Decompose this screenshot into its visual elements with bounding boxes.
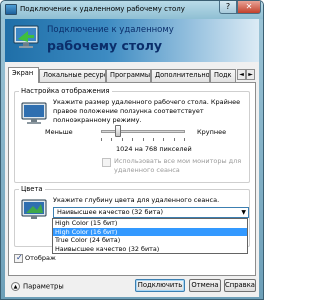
display-group-label: Настройка отображения bbox=[19, 87, 112, 95]
tab-advanced[interactable]: Дополнительно bbox=[151, 69, 210, 82]
options-toggle[interactable]: ▲ Параметры bbox=[11, 282, 64, 291]
tab-page-display: Настройка отображения Укажите размер уда… bbox=[8, 82, 256, 276]
color-option-32bit[interactable]: Наивысшее качество (32 бита) bbox=[53, 245, 247, 254]
colors-description: Укажите глубину цвета для удаленного сеа… bbox=[53, 196, 220, 204]
slider-tick bbox=[121, 138, 123, 141]
color-option-15bit[interactable]: High Color (15 бит) bbox=[53, 219, 247, 228]
color-palette-icon bbox=[21, 199, 47, 219]
slider-tick bbox=[163, 138, 165, 141]
display-description: Укажите размер удаленного рабочего стола… bbox=[53, 98, 241, 124]
header-banner: Подключение к удаленному рабочему столу bbox=[5, 19, 259, 62]
slider-tick bbox=[184, 138, 185, 141]
dialog-panel: Экран Локальные ресурсы Программы Дополн… bbox=[5, 62, 259, 297]
remote-desktop-icon bbox=[13, 25, 39, 48]
header-line-2: рабочему столу bbox=[47, 38, 163, 53]
title-bar[interactable]: Подключение к удаленному рабочему столу … bbox=[1, 1, 263, 19]
tab-strip: Экран Локальные ресурсы Программы Дополн… bbox=[8, 67, 258, 83]
resolution-slider-thumb[interactable] bbox=[114, 125, 121, 137]
slider-tick bbox=[152, 138, 154, 141]
multi-monitor-label: Использовать все мои мониторы для удален… bbox=[114, 157, 242, 174]
connection-bar-checkbox[interactable] bbox=[14, 253, 23, 263]
connect-button[interactable]: Подключить bbox=[135, 279, 185, 292]
tab-scroll-right[interactable]: ► bbox=[246, 69, 255, 80]
resolution-slider-track[interactable] bbox=[101, 130, 185, 133]
chevron-up-icon: ▲ bbox=[11, 282, 20, 291]
tab-programs[interactable]: Программы bbox=[106, 69, 151, 82]
help-button[interactable]: Справка bbox=[224, 279, 256, 292]
color-option-24bit[interactable]: True Color (24 бита) bbox=[53, 236, 247, 245]
color-depth-select[interactable]: Наивысшее качество (32 бита) ▼ bbox=[53, 207, 249, 218]
slider-tick bbox=[142, 138, 144, 141]
chevron-down-icon: ▼ bbox=[241, 209, 246, 216]
app-icon bbox=[5, 4, 17, 15]
dialog-footer: ▲ Параметры Подключить Отмена Справка bbox=[5, 278, 259, 297]
options-label: Параметры bbox=[23, 282, 64, 291]
color-option-16bit[interactable]: High Color (16 бит) bbox=[53, 227, 247, 236]
slider-more-label: Крупнее bbox=[197, 128, 227, 136]
window-title: Подключение к удаленному рабочему столу bbox=[20, 5, 185, 13]
monitor-icon bbox=[21, 102, 47, 124]
slider-tick bbox=[132, 138, 134, 141]
connection-bar-label: Отображ bbox=[25, 254, 56, 262]
slider-tick bbox=[101, 138, 102, 141]
cancel-button[interactable]: Отмена bbox=[189, 279, 221, 292]
slider-tick bbox=[173, 138, 175, 141]
tab-local-resources[interactable]: Локальные ресурсы bbox=[39, 69, 106, 82]
display-settings-group: Настройка отображения Укажите размер уда… bbox=[14, 87, 250, 183]
tab-connection[interactable]: Подк bbox=[210, 69, 236, 82]
slider-less-label: Меньше bbox=[45, 128, 73, 136]
close-button[interactable]: ✕ bbox=[237, 1, 261, 14]
multi-monitor-checkbox[interactable] bbox=[102, 158, 111, 167]
resolution-label: 1024 на 768 пикселей bbox=[116, 145, 192, 153]
colors-group-label: Цвета bbox=[19, 185, 45, 193]
slider-ticks bbox=[101, 138, 185, 141]
tab-scroll-left[interactable]: ◄ bbox=[237, 69, 246, 80]
color-depth-dropdown: High Color (15 бит) High Color (16 бит) … bbox=[52, 218, 248, 254]
help-title-button[interactable]: ? bbox=[219, 1, 237, 14]
tab-display[interactable]: Экран bbox=[8, 67, 39, 83]
slider-tick bbox=[111, 138, 113, 141]
color-depth-value: Наивысшее качество (32 бита) bbox=[57, 208, 164, 216]
rdp-window: Подключение к удаленному рабочему столу … bbox=[0, 0, 264, 300]
header-line-1: Подключение к удаленному bbox=[47, 25, 174, 35]
